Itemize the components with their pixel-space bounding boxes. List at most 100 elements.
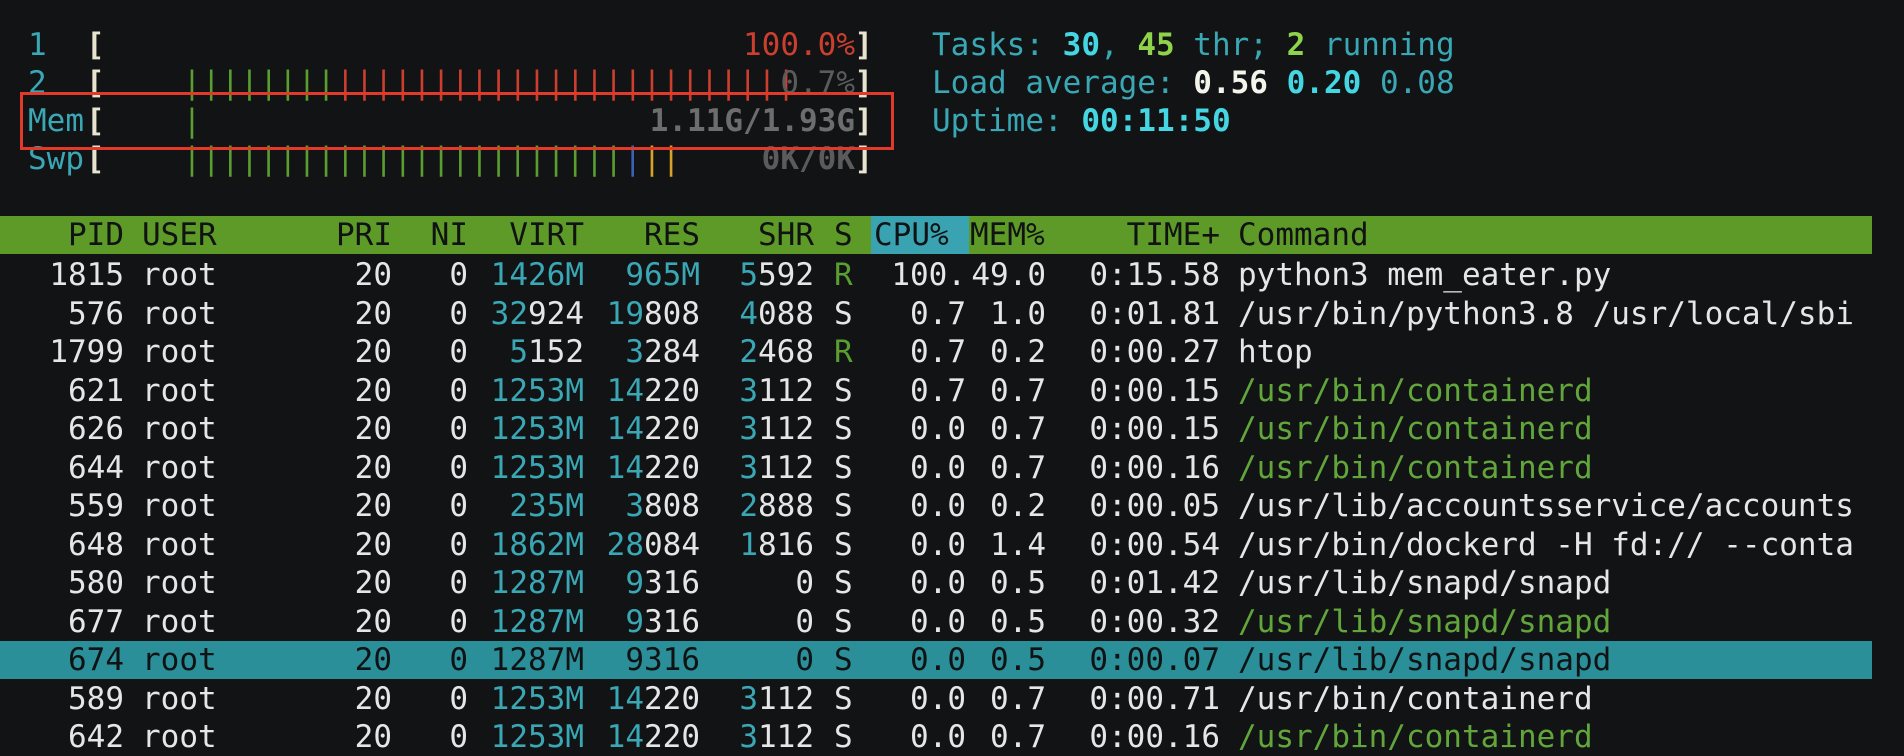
process-row[interactable]: 621 root 20 0 1253M 14220 3112 S 0.7 0.7 0:00.15/u… [0, 372, 1872, 410]
header-time[interactable]: TIME+ [1060, 216, 1220, 254]
pid-cell: 677 [68, 603, 124, 640]
running-count: 2 [1286, 27, 1306, 63]
user-cell: root [142, 295, 217, 332]
virt-high-digits: 5 [509, 334, 528, 370]
process-row[interactable]: 648 root 20 0 1862M 28084 1816 S 0.0 1.4 0:00.54/u… [0, 526, 1872, 564]
res-high-digits: 14 [606, 680, 644, 717]
uptime: Uptime: 00:11:50 [932, 102, 1231, 140]
priority-cell: 20 [354, 642, 392, 678]
virt-high-digits: 1253M [490, 719, 584, 755]
shr-low-digits: 0 [795, 642, 814, 678]
header-user[interactable]: USER [142, 216, 292, 254]
res-high-digits: 14 [606, 719, 644, 755]
virt-low-digits: 924 [528, 295, 584, 332]
process-row[interactable]: 677 root 20 0 1287M 9316 0 S 0.0 0.5 0:00.32/usr/l… [0, 603, 1872, 641]
nice-cell: 0 [449, 642, 468, 678]
memory-highlight-box [20, 92, 894, 150]
tasks-summary: Tasks: 30, 45 thr; 2 running [932, 26, 1455, 64]
priority-cell: 20 [354, 680, 392, 717]
process-row[interactable]: 589 root 20 0 1253M 14220 3112 S 0.0 0.7 0:00.71/u… [0, 680, 1872, 718]
selected-process-row[interactable]: 674 root 20 0 1287M 9316 0 S 0.0 0.5 0:00.07/usr/l… [0, 641, 1872, 679]
time-cell: 0:01.42 [1089, 565, 1220, 601]
process-row[interactable]: 559 root 20 0 235M 3808 2888 S 0.0 0.2 0:00.05/usr… [0, 487, 1872, 525]
virt-cell: 1253M [470, 372, 584, 410]
header-mem[interactable]: MEM% [970, 216, 1052, 254]
shr-low-digits: 468 [758, 334, 814, 370]
virt-low-digits: 152 [528, 334, 584, 370]
process-row[interactable]: 580 root 20 0 1287M 9316 0 S 0.0 0.5 0:01.42/usr/l… [0, 564, 1872, 602]
cpu-cell: 0.7 [910, 372, 966, 409]
res-low-digits: 808 [644, 488, 700, 524]
state-cell: S [834, 603, 853, 640]
res-low-digits: 316 [644, 642, 700, 678]
pid-cell: 626 [68, 411, 124, 447]
mem-cell: 1.0 [990, 295, 1046, 332]
process-row[interactable]: 1815 root 20 0 1426M 965M 5592 R 100. 49.0 0:15.58… [0, 256, 1872, 294]
command-cell: /usr/lib/snapd/snapd [1238, 565, 1612, 601]
cpu-cell: 0.0 [910, 411, 966, 447]
shr-cell: 5592 [702, 256, 814, 294]
header-virt[interactable]: VIRT [470, 216, 584, 254]
time-cell: 0:00.15 [1089, 411, 1220, 447]
cpu-cell: 100. [891, 257, 966, 293]
res-high-digits: 3 [625, 334, 644, 370]
process-row[interactable]: 644 root 20 0 1253M 14220 3112 S 0.0 0.7 0:00.16/u… [0, 449, 1872, 487]
pid-cell: 642 [68, 719, 124, 755]
header-cpu[interactable]: CPU% [874, 216, 970, 254]
res-low-digits: 808 [644, 295, 700, 332]
running-label: running [1305, 27, 1455, 63]
header-res[interactable]: RES [586, 216, 700, 254]
uptime-value: 00:11:50 [1081, 103, 1231, 139]
process-row[interactable]: 642 root 20 0 1253M 14220 3112 S 0.0 0.7 0:00.16/u… [0, 718, 1872, 756]
header-shr[interactable]: SHR [702, 216, 814, 254]
header-ni[interactable]: NI [400, 216, 468, 254]
header-state[interactable]: S [834, 216, 858, 254]
pid-cell: 576 [68, 295, 124, 332]
shr-high-digits: 5 [739, 257, 758, 293]
process-row[interactable]: 626 root 20 0 1253M 14220 3112 S 0.0 0.7 0:00.15/u… [0, 410, 1872, 448]
shr-low-digits: 0 [795, 565, 814, 601]
threads-count: 45 [1137, 27, 1175, 63]
cpu-cell: 0.0 [910, 719, 966, 755]
shr-high-digits: 3 [739, 680, 758, 717]
pid-cell: 648 [68, 526, 124, 563]
res-high-digits: 9 [625, 642, 644, 678]
cpu-cell: 0.0 [910, 565, 966, 601]
pid-cell: 1815 [49, 257, 124, 293]
command-cell: /usr/bin/containerd [1238, 719, 1593, 755]
user-cell: root [142, 334, 217, 370]
res-cell: 3284 [586, 333, 700, 371]
process-row[interactable]: 1799 root 20 0 5152 3284 2468 R 0.7 0.2 0:00.27 hto… [0, 333, 1872, 371]
header-pid[interactable]: PID [0, 216, 124, 254]
cpu-1-value: 100.0% [743, 27, 855, 63]
res-cell: 965M [586, 256, 700, 294]
virt-cell: 32924 [470, 295, 584, 333]
shr-low-digits: 112 [758, 372, 814, 409]
nice-cell: 0 [449, 680, 468, 717]
command-cell: /usr/lib/accountsservice/accounts [1238, 488, 1854, 524]
user-cell: root [142, 372, 217, 409]
virt-high-digits: 1287M [490, 565, 584, 601]
virt-cell: 235M [470, 487, 584, 525]
process-row[interactable]: 576 root 20 0 32924 19808 4088 S 0.7 1.0 0:01.81/u… [0, 295, 1872, 333]
cpu-cell: 0.0 [910, 449, 966, 486]
state-cell: R [834, 257, 853, 293]
virt-cell: 1287M [470, 603, 584, 641]
shr-cell: 3112 [702, 410, 814, 448]
header-command[interactable]: Command [1238, 216, 1538, 254]
header-pri[interactable]: PRI [298, 216, 392, 254]
cpu-1-open-bracket: [ [86, 27, 105, 63]
res-cell: 14220 [586, 449, 700, 487]
priority-cell: 20 [354, 295, 392, 332]
virt-high-digits: 1253M [490, 372, 584, 409]
user-cell: root [142, 449, 217, 486]
user-cell: root [142, 642, 217, 678]
shr-low-digits: 112 [758, 719, 814, 755]
res-cell: 28084 [586, 526, 700, 564]
user-cell: root [142, 603, 217, 640]
user-cell: root [142, 680, 217, 717]
command-cell: /usr/bin/dockerd -H fd:// --conta [1238, 526, 1854, 563]
virt-high-digits: 32 [490, 295, 528, 332]
time-cell: 0:00.27 [1089, 334, 1220, 370]
time-cell: 0:15.58 [1089, 257, 1220, 293]
